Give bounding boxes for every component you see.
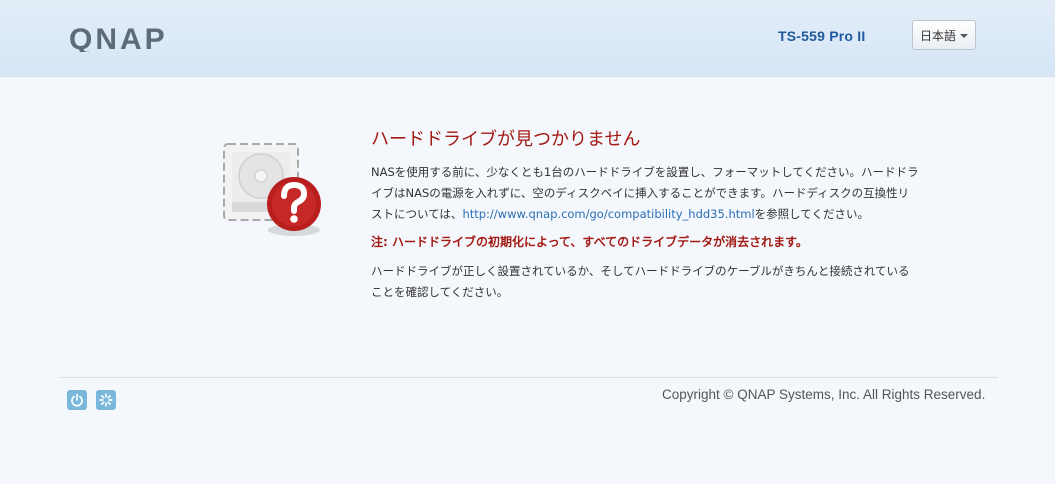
hard-drive-missing-illustration bbox=[223, 143, 321, 236]
language-select[interactable]: 日本語 bbox=[912, 20, 976, 50]
power-button[interactable] bbox=[67, 390, 87, 410]
copyright-text: Copyright © QNAP Systems, Inc. All Right… bbox=[662, 387, 986, 402]
warning-text: 注: ハードドライブの初期化によって、すべてのドライブデータが消去されます。 bbox=[371, 235, 808, 249]
chevron-down-icon bbox=[960, 33, 968, 38]
check-paragraph: ハードドライブが正しく設置されているか、そしてハードドライブのケーブルがきちんと… bbox=[371, 264, 910, 299]
power-icon bbox=[71, 393, 83, 407]
question-mark-icon bbox=[267, 177, 321, 236]
nas-model-label: TS-559 Pro II bbox=[778, 28, 866, 44]
footer-divider bbox=[59, 377, 998, 378]
header-bar: QNAP TS-559 Pro II 日本語 bbox=[0, 0, 1055, 77]
restart-button[interactable] bbox=[96, 390, 116, 410]
error-content: ハードドライブが見つかりません NASを使用する前に、少なくとも1台のハードドラ… bbox=[371, 128, 919, 303]
svg-text:QNAP: QNAP bbox=[69, 24, 168, 52]
language-label: 日本語 bbox=[919, 28, 956, 43]
instruction-suffix: を参照してください。 bbox=[754, 207, 869, 221]
restart-icon bbox=[99, 393, 113, 407]
qnap-logo: QNAP bbox=[69, 24, 168, 52]
instruction-paragraph: NASを使用する前に、少なくとも1台のハードドライブを設置し、フォーマットしてく… bbox=[371, 162, 919, 225]
page-title: ハードドライブが見つかりません bbox=[371, 129, 641, 150]
compatibility-list-link[interactable]: http://www.qnap.com/go/compatibility_hdd… bbox=[462, 207, 754, 221]
